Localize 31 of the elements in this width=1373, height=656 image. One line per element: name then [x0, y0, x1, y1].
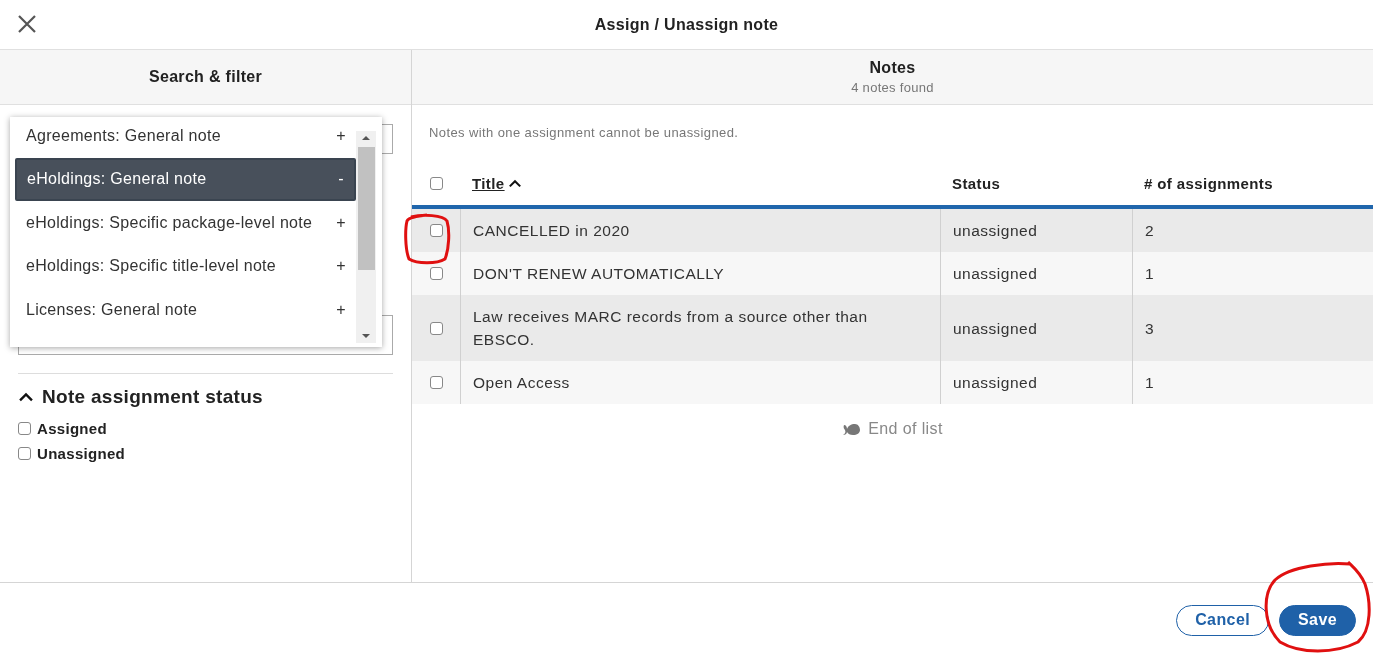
row-checkbox[interactable]: [429, 267, 443, 280]
section-title[interactable]: Note assignment status: [42, 386, 263, 408]
row-checkbox[interactable]: [429, 376, 443, 389]
checkbox[interactable]: [18, 422, 31, 435]
row-checkbox[interactable]: [429, 224, 443, 237]
panel-title: Notes: [869, 59, 916, 77]
table-cell: unassigned: [940, 361, 1132, 404]
dialog-title: Assign / Unassign note: [594, 15, 779, 34]
checkbox[interactable]: [18, 447, 31, 460]
menu-item[interactable]: Licenses: General note +: [16, 288, 356, 332]
save-button[interactable]: Save: [1279, 604, 1356, 636]
cancel-button[interactable]: Cancel: [1176, 604, 1270, 636]
checkbox-label[interactable]: Unassigned: [37, 445, 126, 462]
column-header[interactable]: Title: [472, 175, 505, 192]
row-checkbox[interactable]: [429, 321, 443, 335]
end-of-list-text: End of list: [868, 420, 943, 438]
select-all-checkbox[interactable]: [429, 177, 443, 190]
menu-item[interactable]: eHoldings: Specific title-level note +: [16, 244, 356, 288]
column-header: # of assignments: [1144, 175, 1273, 192]
menu-item[interactable]: Agreements: General note +: [16, 117, 356, 158]
panel-title: Search & filter: [149, 68, 262, 86]
scrollbar[interactable]: [356, 131, 376, 343]
checkbox-label[interactable]: Assigned: [37, 420, 107, 437]
menu-item[interactable]: eHoldings: General note -: [15, 157, 356, 201]
menu-item[interactable]: eHoldings: Specific package-level note +: [16, 201, 356, 245]
table-cell: 1: [1132, 361, 1373, 404]
close-icon[interactable]: [16, 13, 38, 35]
column-header: Status: [952, 175, 1001, 192]
hint-text: Notes with one assignment cannot be unassigned.: [428, 124, 740, 140]
table-cell: Open Access: [460, 361, 940, 404]
result-count: 4 notes found: [851, 80, 934, 95]
